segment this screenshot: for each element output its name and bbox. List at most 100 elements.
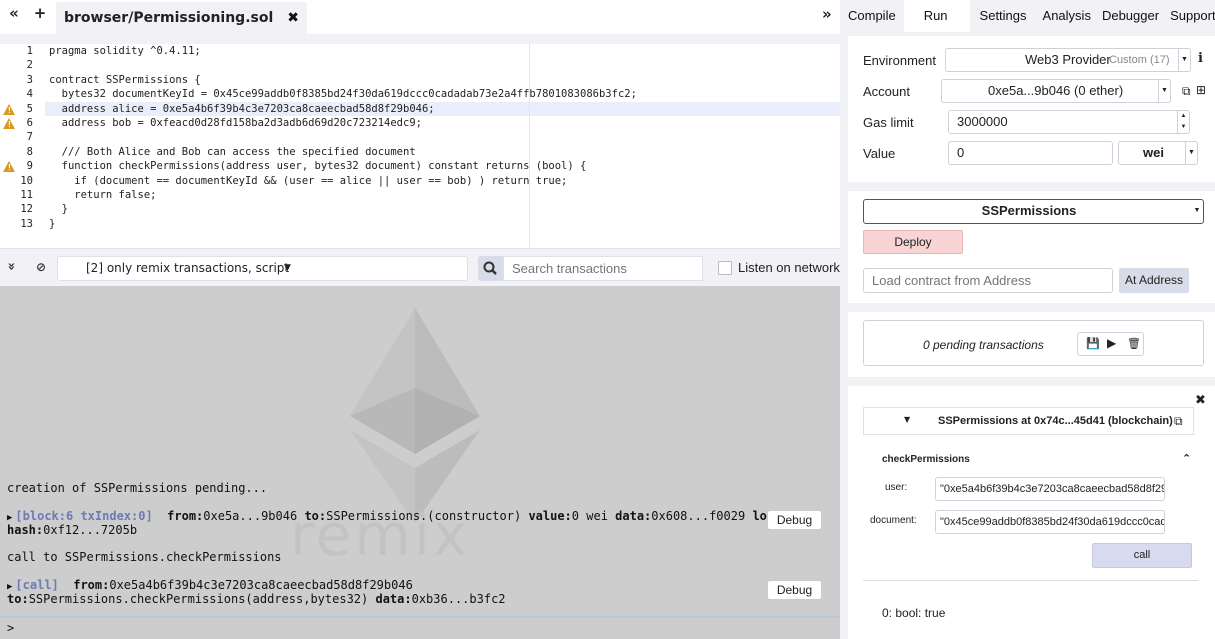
tab-run[interactable]: Run bbox=[903, 0, 970, 32]
call-summary-line[interactable]: ▶ [call] from:0xe5a4b6f39b4c3e7203ca8caee… bbox=[7, 578, 413, 592]
tab-support[interactable]: Support bbox=[1164, 0, 1215, 32]
print-margin bbox=[529, 44, 530, 248]
transaction-filter-select[interactable]: [2] only remix transactions, script ▼ bbox=[57, 256, 468, 281]
call-from: 0xe5a4b6f39b4c3e7203ca8caeecbad58d8f29b0… bbox=[109, 578, 413, 592]
filter-select-value: [2] only remix transactions, script bbox=[86, 261, 290, 275]
code-line[interactable]: address alice = 0xe5a4b6f39b4c3e7203ca8c… bbox=[45, 101, 840, 116]
debug-call-button[interactable]: Debug bbox=[767, 580, 822, 600]
search-button[interactable] bbox=[478, 256, 503, 281]
terminal-input[interactable]: > bbox=[0, 616, 840, 639]
call-data: 0xb36...b3fc2 bbox=[411, 592, 506, 606]
code-line[interactable]: contract SSPermissions { bbox=[45, 73, 840, 87]
tab-compile[interactable]: Compile bbox=[840, 0, 904, 32]
contract-select[interactable]: SSPermissions ▼ bbox=[863, 199, 1204, 224]
line-number: 9 bbox=[0, 159, 45, 173]
code-line[interactable]: address bob = 0xfeacd0d28fd158ba2d3adb6d… bbox=[45, 116, 840, 130]
pending-actions: 💾 ▶ 🗑 bbox=[1077, 332, 1144, 356]
deploy-button[interactable]: Deploy bbox=[863, 230, 963, 254]
tab-analysis[interactable]: Analysis bbox=[1037, 0, 1097, 32]
tab-settings[interactable]: Settings bbox=[970, 0, 1037, 32]
listen-network-checkbox[interactable] bbox=[718, 261, 732, 275]
environment-select[interactable]: Web3 Provider Custom (17) ▼ bbox=[945, 48, 1191, 72]
line-number: 10 bbox=[20, 174, 33, 187]
function-name: checkPermissions bbox=[882, 454, 970, 465]
collapse-left-icon[interactable]: « bbox=[4, 4, 24, 24]
document-param-input[interactable]: "0x45ce99addb0f8385bd24f30da619dccc0cad bbox=[935, 510, 1165, 534]
chevron-up-icon[interactable]: ⌃ bbox=[1182, 452, 1191, 465]
info-icon[interactable]: i bbox=[1198, 51, 1203, 66]
close-tab-icon[interactable]: ✖ bbox=[287, 10, 299, 26]
warning-icon[interactable] bbox=[3, 117, 15, 129]
tx-summary-line[interactable]: ▶ [block:6 txIndex:0] from:0xe5a...9b046 … bbox=[7, 509, 796, 523]
environment-badge: Custom (17) bbox=[1109, 54, 1170, 66]
tx-block-tag: [block:6 txIndex:0] bbox=[15, 509, 153, 523]
increment-icon[interactable]: ▲ bbox=[1177, 111, 1189, 122]
right-panel-tabs: Compile Run Settings Analysis Debugger S… bbox=[840, 0, 1215, 32]
expand-call-icon[interactable]: ▶ bbox=[7, 582, 12, 592]
instance-card: ✖ ▼ SSPermissions at 0x74c...45d41 (bloc… bbox=[848, 386, 1215, 639]
code-line[interactable]: } bbox=[45, 202, 840, 216]
collapse-terminal-icon[interactable]: » bbox=[4, 262, 19, 270]
value-unit: wei bbox=[1143, 145, 1164, 160]
pending-box: 0 pending transactions 💾 ▶ 🗑 bbox=[863, 320, 1204, 366]
decrement-icon[interactable]: ▼ bbox=[1177, 122, 1189, 133]
code-line[interactable]: bytes32 documentKeyId = 0x45ce99addb0f83… bbox=[45, 87, 840, 101]
add-account-icon[interactable]: ⊞ bbox=[1196, 83, 1206, 97]
code-line[interactable] bbox=[45, 130, 840, 144]
collapse-instance-icon[interactable]: ▼ bbox=[904, 415, 910, 424]
search-icon bbox=[483, 261, 497, 275]
line-number: 11 bbox=[20, 188, 33, 201]
gas-limit-input[interactable]: 3000000 ▲ ▼ bbox=[948, 110, 1190, 134]
run-settings-card: Environment Web3 Provider Custom (17) ▼ … bbox=[848, 36, 1215, 182]
code-line[interactable]: pragma solidity ^0.4.11; bbox=[45, 44, 840, 58]
load-address-input[interactable] bbox=[863, 268, 1113, 293]
chevron-down-icon: ▼ bbox=[1193, 207, 1201, 214]
add-file-icon[interactable]: + bbox=[30, 4, 50, 24]
line-number: 1 bbox=[26, 45, 33, 57]
chevron-down-icon: ▼ bbox=[1185, 142, 1197, 164]
debug-button[interactable]: Debug bbox=[767, 510, 822, 530]
close-instance-icon[interactable]: ✖ bbox=[1195, 393, 1206, 408]
copy-address-icon[interactable]: ⧉ bbox=[1174, 414, 1183, 429]
call-to: SSPermissions.checkPermissions(address,b… bbox=[28, 592, 369, 606]
toggle-panel-icon[interactable]: » bbox=[822, 5, 832, 23]
save-icon[interactable]: 💾 bbox=[1086, 337, 1100, 350]
environment-label: Environment bbox=[863, 53, 936, 68]
value-unit-select[interactable]: wei ▼ bbox=[1118, 141, 1198, 165]
search-transactions-input[interactable] bbox=[503, 256, 703, 281]
instance-header[interactable]: ▼ SSPermissions at 0x74c...45d41 (blockc… bbox=[863, 407, 1194, 435]
play-icon[interactable]: ▶ bbox=[1107, 336, 1116, 350]
user-param-input[interactable]: "0xe5a4b6f39b4c3e7203ca8caeecbad58d8f29 bbox=[935, 477, 1165, 501]
at-address-button[interactable]: At Address bbox=[1119, 268, 1189, 293]
line-number: 12 bbox=[20, 203, 33, 216]
code-editor[interactable]: 12345678910111213 pragma solidity ^0.4.1… bbox=[0, 34, 840, 248]
trash-icon[interactable]: 🗑 bbox=[1127, 337, 1141, 350]
user-param-label: user: bbox=[885, 482, 908, 493]
tab-debugger[interactable]: Debugger bbox=[1097, 0, 1164, 32]
clear-terminal-icon[interactable]: ⊘ bbox=[36, 260, 46, 274]
code-line[interactable]: return false; bbox=[45, 188, 840, 202]
editor-code[interactable]: pragma solidity ^0.4.11; contract SSPermi… bbox=[45, 44, 840, 248]
copy-icon[interactable]: ⧉ bbox=[1182, 84, 1191, 99]
tx-from-label: from: bbox=[167, 509, 204, 523]
file-tab-name: browser/Permissioning.sol bbox=[64, 10, 274, 26]
document-param-value: "0x45ce99addb0f8385bd24f30da619dccc0cad bbox=[940, 516, 1165, 528]
file-tab[interactable]: browser/Permissioning.sol ✖ bbox=[56, 2, 308, 34]
listen-network-label: Listen on network bbox=[738, 260, 840, 275]
account-value: 0xe5a...9b046 (0 ether) bbox=[988, 83, 1124, 98]
code-line[interactable]: if (document == documentKeyId && (user =… bbox=[45, 174, 840, 188]
warning-icon[interactable] bbox=[3, 103, 15, 115]
value-input[interactable]: 0 bbox=[948, 141, 1113, 165]
editor-gutter: 12345678910111213 bbox=[0, 44, 45, 248]
expand-tx-icon[interactable]: ▶ bbox=[7, 513, 12, 523]
tx-value: 0 wei bbox=[571, 509, 608, 523]
code-line[interactable]: } bbox=[45, 217, 840, 231]
tx-to: SSPermissions.(constructor) bbox=[326, 509, 522, 523]
warning-icon[interactable] bbox=[3, 161, 15, 173]
account-select[interactable]: 0xe5a...9b046 (0 ether) ▼ bbox=[941, 79, 1171, 103]
code-line[interactable] bbox=[45, 58, 840, 72]
code-line[interactable]: /// Both Alice and Bob can access the sp… bbox=[45, 145, 840, 159]
code-line[interactable]: function checkPermissions(address user, … bbox=[45, 159, 840, 173]
divider bbox=[863, 580, 1198, 581]
call-button[interactable]: call bbox=[1092, 543, 1192, 568]
